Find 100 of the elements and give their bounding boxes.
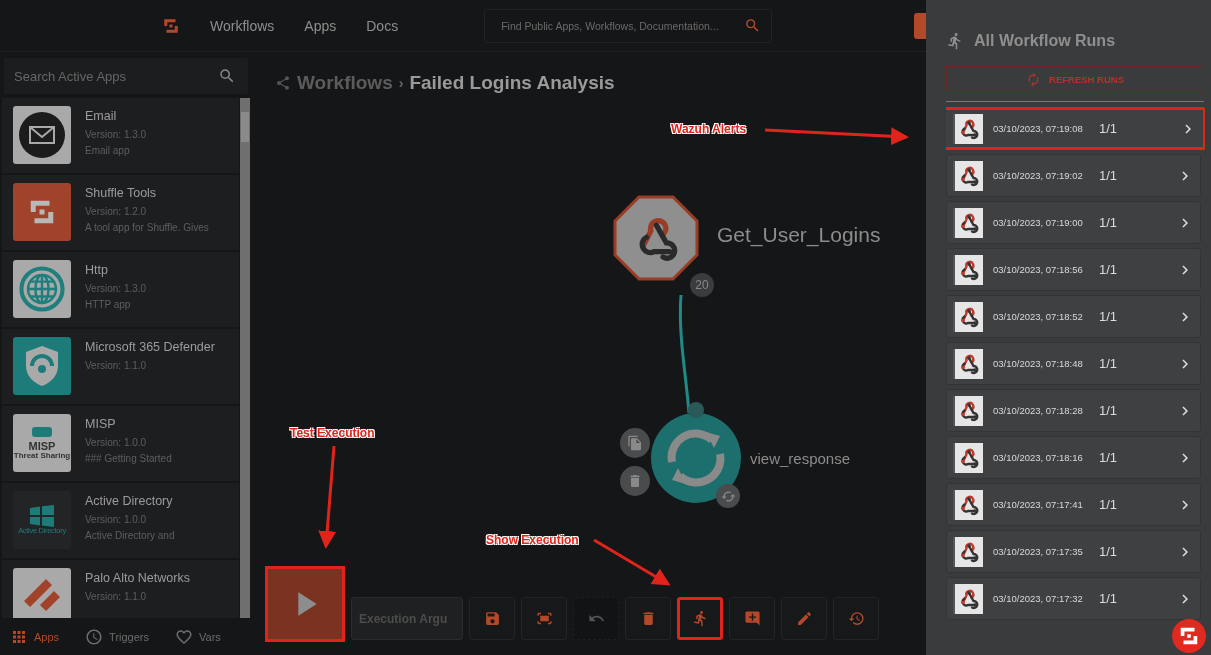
run-row[interactable]: 03/10/2023, 07:18:28 1/1 — [946, 389, 1201, 432]
chat-bubble-icon — [31, 425, 53, 440]
app-node[interactable] — [650, 412, 742, 504]
pencil-icon — [795, 610, 813, 627]
app-name: Active Directory — [85, 493, 174, 510]
app-version: Version: 1.0.0 — [85, 513, 148, 526]
search-field[interactable]: Find Public Apps, Workflows, Documentation... — [484, 8, 773, 43]
app-card[interactable]: MISP Threat Sharing MISP Version: 1.0.0 ### Getting Started — [2, 406, 239, 481]
app-description: Email app — [85, 144, 131, 157]
annotation-label: Wazuh Alerts — [671, 122, 747, 136]
run-count: 1/1 — [1099, 403, 1118, 418]
app-version: Version: 1.2.0 — [85, 205, 148, 218]
run-count: 1/1 — [1099, 309, 1118, 324]
refresh-icon — [1026, 71, 1041, 87]
run-count: 1/1 — [1099, 497, 1118, 512]
run-row[interactable]: 03/10/2023, 07:19:00 1/1 — [946, 201, 1201, 244]
run-timestamp: 03/10/2023, 07:18:28 — [993, 405, 1084, 416]
run-row[interactable]: 03/10/2023, 07:17:32 1/1 — [946, 577, 1201, 620]
toolbar-button[interactable] — [521, 597, 567, 640]
nav-link[interactable]: Docs — [366, 17, 399, 34]
run-timestamp: 03/10/2023, 07:19:00 — [993, 217, 1084, 228]
run-row[interactable]: 03/10/2023, 07:17:35 1/1 — [946, 530, 1201, 573]
run-timestamp: 03/10/2023, 07:18:16 — [993, 452, 1084, 463]
run-count: 1/1 — [1099, 215, 1118, 230]
run-row[interactable]: 03/10/2023, 07:19:02 1/1 — [946, 154, 1201, 197]
globe-icon — [19, 266, 65, 312]
app-description: HTTP app — [85, 298, 132, 311]
breadcrumb-separator: › — [398, 75, 404, 91]
run-row[interactable]: 03/10/2023, 07:18:16 1/1 — [946, 436, 1201, 479]
sidebar-tab[interactable]: Vars — [175, 627, 221, 646]
connector-dot[interactable] — [688, 402, 704, 418]
run-count: 1/1 — [1099, 121, 1118, 136]
run-timestamp: 03/10/2023, 07:17:32 — [993, 593, 1084, 604]
app-name: Shuffle Tools — [85, 185, 158, 202]
run-timestamp: 03/10/2023, 07:19:02 — [993, 170, 1084, 181]
toolbar-button[interactable] — [677, 597, 723, 640]
toolbar-button[interactable] — [469, 597, 515, 640]
app-name: Http — [85, 262, 109, 279]
sidebar-tab[interactable]: Apps — [10, 627, 60, 646]
run-count: 1/1 — [1099, 544, 1118, 559]
run-row[interactable]: 03/10/2023, 07:18:48 1/1 — [946, 342, 1201, 385]
logo-subtext: Threat Sharing — [13, 451, 71, 461]
app-description: ### Getting Started — [85, 452, 173, 465]
node-label: view_response — [750, 450, 851, 467]
webhook-node[interactable] — [613, 195, 699, 281]
toolbar-button[interactable] — [781, 597, 827, 640]
nav-link[interactable]: Workflows — [210, 17, 275, 34]
app-name: MISP — [85, 416, 117, 433]
count-badge: 20 — [690, 273, 714, 297]
run-row[interactable]: 03/10/2023, 07:19:08 1/1 — [946, 107, 1205, 150]
app-version: Version: 1.1.0 — [85, 590, 148, 603]
run-count: 1/1 — [1099, 591, 1118, 606]
run-count: 1/1 — [1099, 356, 1118, 371]
app-card[interactable]: Email Version: 1.3.0 Email app — [2, 98, 239, 173]
app-name: Microsoft 365 Defender — [85, 339, 216, 356]
toolbar-button[interactable] — [833, 597, 879, 640]
sidebar-tab[interactable]: Triggers — [85, 627, 149, 646]
windows-icon — [30, 504, 54, 527]
toolbar-button[interactable] — [625, 597, 671, 640]
fit-screen-icon — [535, 610, 553, 627]
run-row[interactable]: 03/10/2023, 07:18:56 1/1 — [946, 248, 1201, 291]
run-timestamp: 03/10/2023, 07:19:08 — [993, 123, 1084, 134]
app-description: A tool app for Shuffle. Gives — [85, 221, 210, 234]
run-timestamp: 03/10/2023, 07:18:48 — [993, 358, 1084, 369]
copy-button[interactable] — [620, 428, 650, 458]
toolbar-button[interactable] — [729, 597, 775, 640]
app-card[interactable]: Microsoft 365 Defender Version: 1.1.0 — [2, 329, 239, 404]
add-comment-icon — [743, 610, 761, 627]
app-card[interactable]: Palo Alto Networks Version: 1.1.0 — [2, 560, 239, 618]
run-row[interactable]: 03/10/2023, 07:17:41 1/1 — [946, 483, 1201, 526]
app-version: Version: 1.0.0 — [85, 436, 148, 449]
run-timestamp: 03/10/2023, 07:18:56 — [993, 264, 1084, 275]
run-timestamp: 03/10/2023, 07:18:52 — [993, 311, 1084, 322]
menu-button[interactable] — [914, 12, 926, 39]
run-count: 1/1 — [1099, 168, 1118, 183]
app-name: Palo Alto Networks — [85, 570, 191, 587]
clock-icon — [85, 627, 104, 646]
run-button[interactable] — [265, 566, 345, 642]
workflow-icon — [275, 75, 291, 91]
run-timestamp: 03/10/2023, 07:17:41 — [993, 499, 1084, 510]
delete-button[interactable] — [620, 466, 650, 496]
heart-icon — [175, 627, 193, 646]
copy-icon — [627, 435, 643, 451]
run-timestamp: 03/10/2023, 07:17:35 — [993, 546, 1084, 557]
rerun-button[interactable] — [716, 484, 740, 508]
logo-text: MISP — [28, 439, 56, 452]
run-count: 1/1 — [1099, 262, 1118, 277]
app-card[interactable]: Shuffle Tools Version: 1.2.0 A tool app for Shuffle. Gives — [2, 175, 239, 250]
annotation-label: Show Execution — [486, 533, 579, 547]
app-description: Active Directory and — [85, 529, 176, 542]
run-row[interactable]: 03/10/2023, 07:18:52 1/1 — [946, 295, 1201, 338]
logo-icon — [162, 16, 180, 35]
scrollbar[interactable] — [240, 98, 250, 618]
app-name: Email — [85, 108, 118, 125]
panel-title: All Workflow Runs — [974, 32, 1116, 50]
search-field[interactable]: Search Active Apps — [4, 58, 248, 94]
app-card[interactable]: Http Version: 1.3.0 HTTP app — [2, 252, 239, 327]
logo-icon — [1178, 625, 1200, 647]
nav-link[interactable]: Apps — [304, 17, 337, 34]
trash-icon — [627, 473, 643, 489]
